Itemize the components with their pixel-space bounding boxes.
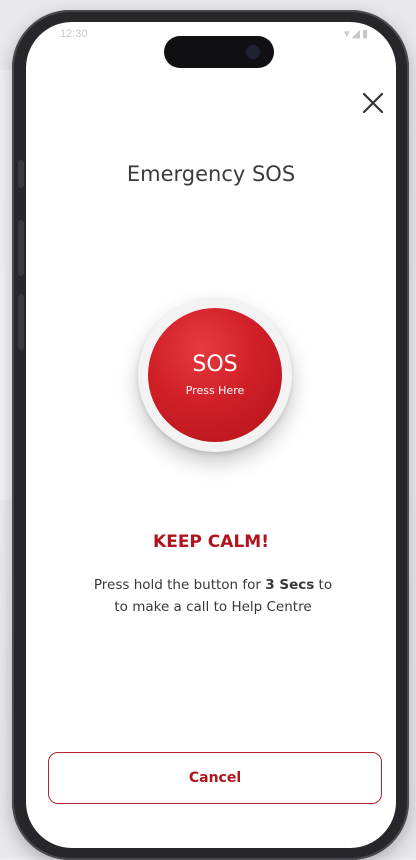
instruction-duration: 3 Secs (265, 577, 315, 593)
instruction-line2: to make a call to Help Centre (114, 599, 312, 615)
phone-screen: 12:30 ▾◢▮ Emergency SOS SOS Press Here K… (26, 22, 396, 848)
page-title: Emergency SOS (126, 162, 296, 186)
keep-calm-heading: KEEP CALM! (153, 532, 269, 552)
camera-icon (246, 45, 260, 59)
cancel-button[interactable]: Cancel (48, 752, 382, 804)
status-time: 12:30 (60, 28, 88, 40)
status-icons: ▾◢▮ (344, 27, 370, 40)
sos-button[interactable]: SOS Press Here (148, 308, 282, 442)
side-button-silent (18, 160, 24, 188)
instruction-line1-end: to (314, 577, 333, 593)
instruction-text: Press hold the button for 3 Secs to to m… (56, 574, 370, 618)
sos-sublabel: Press Here (185, 384, 245, 397)
signal-icon: ◢ (351, 27, 362, 40)
side-button-volume-down (18, 294, 24, 350)
battery-icon: ▮ (361, 27, 370, 40)
close-button[interactable] (358, 88, 388, 118)
sos-label: SOS (192, 352, 238, 377)
side-button-volume-up (18, 220, 24, 276)
dynamic-island (164, 36, 274, 68)
instruction-line1-start: Press hold the button for (93, 577, 266, 593)
close-icon (362, 92, 384, 114)
